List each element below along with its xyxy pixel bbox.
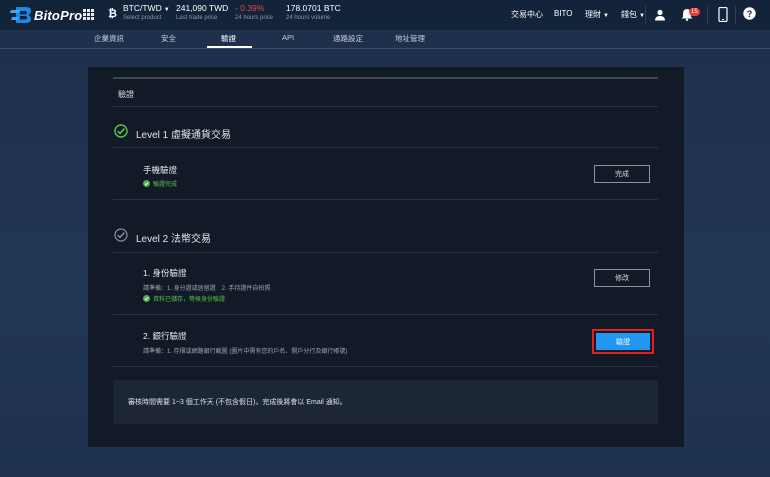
divider	[113, 106, 658, 107]
chevron-down-icon: ▼	[603, 13, 609, 19]
section-title: 驗證	[118, 90, 134, 99]
level2-title: Level 2 法幣交易	[136, 234, 212, 245]
volume-label: 24 hours volume	[286, 14, 331, 21]
divider	[113, 314, 658, 315]
market-selector[interactable]: BTC/TWD ▼ Select product	[123, 4, 170, 21]
last-price-value: 241,090 TWD	[176, 3, 229, 13]
tab-api[interactable]: API	[282, 33, 294, 42]
divider	[113, 147, 658, 148]
phone-verification-title: 手機驗證	[143, 165, 178, 175]
check-icon	[143, 295, 150, 302]
brand-logo[interactable]: BitoPro	[10, 6, 82, 24]
nav-wallet-label: 錢包	[621, 10, 637, 19]
check-circle-icon	[114, 124, 128, 138]
divider	[113, 199, 658, 200]
price-change-label: 24 hours price	[235, 14, 274, 21]
market-pair: BTC/TWD	[123, 3, 162, 13]
tab-channel-settings[interactable]: 通路設定	[333, 33, 363, 44]
svg-text:?: ?	[747, 9, 753, 19]
nav-exchange-center[interactable]: 交易中心	[511, 9, 543, 20]
user-icon[interactable]	[654, 8, 668, 22]
bank-verification-note: 請準備：1. 存摺或網路銀行截圖 (圖片中需有您的戶名、開戶分行及銀行帳號)	[143, 349, 348, 355]
tab-security[interactable]: 安全	[161, 33, 176, 44]
divider	[707, 6, 708, 24]
last-price-label: Last trade price	[176, 14, 218, 21]
divider	[113, 252, 658, 253]
divider	[645, 6, 646, 24]
review-time-notice: 審核時間需要 1~3 個工作天 (不包含假日)，完成後將會以 Email 通知。	[113, 380, 658, 424]
identity-verification-title: 1. 身份驗證	[143, 268, 187, 278]
phone-verification-status: 驗證完成	[143, 179, 177, 188]
bitopro-logo-icon	[10, 6, 32, 24]
chevron-down-icon: ▼	[163, 7, 170, 13]
notification-count-badge: 15	[689, 8, 700, 16]
bank-verification-title: 2. 銀行驗證	[143, 331, 187, 341]
market-selector-label: Select product	[123, 15, 162, 21]
check-circle-outline-icon	[114, 228, 128, 242]
nav-bito[interactable]: BITO	[554, 9, 573, 18]
divider	[0, 48, 770, 49]
top-navigation-bar: BitoPro ₿ BTC/TWD ▼ Select product 241,09…	[0, 0, 770, 30]
divider	[113, 77, 658, 79]
phone-status-text: 驗證完成	[153, 182, 178, 188]
level1-title: Level 1 虛擬通貨交易	[136, 130, 232, 141]
tab-address-management[interactable]: 地址管理	[395, 33, 425, 44]
tab-verification[interactable]: 驗證	[221, 33, 236, 44]
volume-value: 178.0701 BTC	[286, 3, 341, 13]
volume-stat: 178.0701 BTC 24 hours volume	[286, 4, 341, 21]
identity-verification-status: 資料已儲存，等候身份驗證	[143, 294, 225, 303]
last-price-stat: 241,090 TWD Last trade price	[176, 4, 228, 21]
apps-grid-icon[interactable]	[83, 9, 94, 20]
identity-verification-note: 請準備：1. 身分證或居留證 2. 手持證件自拍照	[143, 286, 271, 292]
price-change-stat: - 0.39% 24 hours price	[235, 4, 273, 21]
check-icon	[143, 180, 150, 187]
bank-verify-button[interactable]: 驗證	[596, 333, 650, 350]
mobile-phone-icon[interactable]	[718, 6, 732, 23]
identity-status-text: 資料已儲存，等候身份驗證	[153, 297, 226, 303]
nav-finance-menu[interactable]: 理財 ▼	[585, 9, 609, 20]
price-change-value: - 0.39%	[235, 3, 265, 13]
nav-finance-label: 理財	[585, 10, 601, 19]
phone-complete-button[interactable]: 完成	[594, 165, 650, 183]
divider	[113, 366, 658, 367]
tab-company-info[interactable]: 企業資訊	[94, 33, 124, 44]
nav-wallet-menu[interactable]: 錢包 ▼	[621, 9, 645, 20]
account-tabs: 企業資訊 安全 驗證 API 通路設定 地址管理	[0, 30, 770, 48]
bitcoin-icon: ₿	[108, 8, 117, 20]
identity-edit-button[interactable]: 修改	[594, 269, 650, 287]
brand-name: BitoPro	[34, 7, 83, 23]
bank-verify-button-highlight: 驗證	[592, 329, 654, 354]
divider	[735, 6, 736, 24]
help-icon[interactable]: ?	[743, 7, 757, 21]
review-time-text: 審核時間需要 1~3 個工作天 (不包含假日)，完成後將會以 Email 通知。	[128, 399, 347, 406]
